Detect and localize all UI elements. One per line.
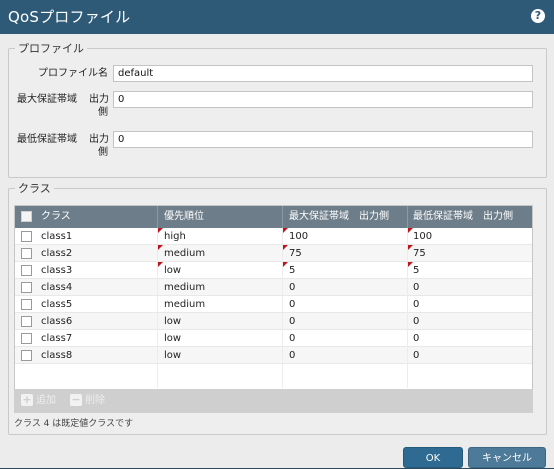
cell-min-bandwidth[interactable]: 100: [413, 229, 432, 244]
modified-flag-icon: [283, 228, 288, 233]
cell-class: class5: [41, 299, 73, 310]
min-bandwidth-label-side: 側: [98, 147, 108, 158]
row-checkbox[interactable]: [21, 333, 32, 344]
table-row[interactable]: class1 high 100 100: [15, 228, 532, 245]
max-bandwidth-label-output: 出力: [89, 94, 109, 105]
table-row[interactable]: class8 low 0 0: [15, 347, 532, 364]
cell-priority[interactable]: medium: [164, 246, 205, 261]
class-table: クラス 優先順位 最大保証帯域 出力側 最低保証帯域 出力側 class1 hig…: [14, 205, 533, 391]
table-row[interactable]: class2 medium 75 75: [15, 245, 532, 262]
cell-min-bandwidth[interactable]: 0: [413, 297, 419, 312]
row-checkbox[interactable]: [21, 231, 32, 242]
cell-priority[interactable]: low: [164, 263, 181, 278]
row-checkbox[interactable]: [21, 282, 32, 293]
cell-class: class7: [41, 333, 73, 344]
column-divider: [407, 228, 408, 388]
column-divider: [157, 228, 158, 388]
default-class-note: クラス 4 は既定値クラスです: [14, 419, 134, 429]
cell-min-bandwidth[interactable]: 0: [413, 280, 419, 295]
cell-min-bandwidth[interactable]: 0: [413, 331, 419, 346]
min-bandwidth-input[interactable]: 0: [113, 131, 533, 148]
table-row[interactable]: class7 low 0 0: [15, 330, 532, 347]
table-row[interactable]: class5 medium 0 0: [15, 296, 532, 313]
cell-class: class6: [41, 316, 73, 327]
modified-flag-icon: [283, 262, 288, 267]
cell-class: class3: [41, 265, 73, 276]
plus-icon: +: [21, 393, 33, 406]
cell-priority[interactable]: medium: [164, 280, 205, 295]
table-row[interactable]: class4 medium 0 0: [15, 279, 532, 296]
help-icon-glyph: ?: [534, 9, 542, 22]
cell-min-bandwidth[interactable]: 0: [413, 348, 419, 363]
select-all-checkbox[interactable]: [21, 211, 32, 222]
minus-icon: −: [70, 393, 82, 406]
table-row[interactable]: class6 low 0 0: [15, 313, 532, 330]
max-bandwidth-label: 最大保証帯域: [17, 94, 77, 105]
modified-flag-icon: [158, 228, 163, 233]
cell-priority[interactable]: low: [164, 314, 181, 329]
table-row[interactable]: class3 low 5 5: [15, 262, 532, 279]
column-divider: [282, 228, 283, 388]
column-divider: [407, 206, 408, 228]
profile-name-input[interactable]: default: [113, 65, 533, 82]
help-icon[interactable]: ?: [531, 9, 545, 23]
cell-class: class8: [41, 350, 73, 361]
row-checkbox[interactable]: [21, 248, 32, 259]
row-checkbox[interactable]: [21, 299, 32, 310]
row-checkbox[interactable]: [21, 350, 32, 361]
column-header-max-bandwidth[interactable]: 最大保証帯域 出力側: [289, 206, 389, 228]
column-header-min-bandwidth[interactable]: 最低保証帯域 出力側: [413, 206, 513, 228]
cell-priority[interactable]: low: [164, 348, 181, 363]
cell-class: class4: [41, 282, 73, 293]
cell-max-bandwidth[interactable]: 0: [289, 280, 295, 295]
column-divider: [282, 206, 283, 228]
cell-class: class1: [41, 231, 73, 242]
cell-max-bandwidth[interactable]: 0: [289, 314, 295, 329]
ok-button[interactable]: OK: [403, 447, 463, 468]
modified-flag-icon: [408, 245, 413, 250]
class-section-legend: クラス: [18, 182, 51, 195]
cell-class: class2: [41, 248, 73, 259]
cell-max-bandwidth[interactable]: 100: [289, 229, 308, 244]
min-bandwidth-label: 最低保証帯域: [17, 134, 77, 145]
modified-flag-icon: [408, 262, 413, 267]
modified-flag-icon: [408, 228, 413, 233]
class-table-header: クラス 優先順位 最大保証帯域 出力側 最低保証帯域 出力側: [15, 206, 532, 228]
cell-priority[interactable]: low: [164, 331, 181, 346]
column-header-class[interactable]: クラス: [41, 206, 71, 228]
dialog-title: QoSプロファイル: [8, 8, 131, 26]
cell-max-bandwidth[interactable]: 5: [289, 263, 295, 278]
profile-section: プロファイル: [8, 40, 547, 178]
profile-name-label: プロファイル名: [38, 68, 108, 79]
min-bandwidth-label-output: 出力: [89, 134, 109, 145]
column-divider: [157, 206, 158, 228]
max-bandwidth-input[interactable]: 0: [113, 91, 533, 108]
cell-min-bandwidth[interactable]: 5: [413, 263, 419, 278]
cell-max-bandwidth[interactable]: 75: [289, 246, 302, 261]
title-bar: QoSプロファイル ?: [0, 0, 554, 34]
delete-button-label: 削除: [85, 395, 105, 406]
cell-priority[interactable]: high: [164, 229, 186, 244]
row-checkbox[interactable]: [21, 316, 32, 327]
row-checkbox[interactable]: [21, 265, 32, 276]
modified-flag-icon: [283, 245, 288, 250]
profile-section-legend: プロファイル: [18, 42, 84, 55]
class-table-toolbar: + 追加 − 削除: [14, 389, 533, 413]
cell-max-bandwidth[interactable]: 0: [289, 297, 295, 312]
qos-profile-dialog: QoSプロファイル ? プロファイル プロファイル名 default 最大保証帯…: [0, 0, 554, 468]
cell-min-bandwidth[interactable]: 0: [413, 314, 419, 329]
max-bandwidth-label-side: 側: [98, 107, 108, 118]
cell-min-bandwidth[interactable]: 75: [413, 246, 426, 261]
modified-flag-icon: [158, 262, 163, 267]
cancel-button[interactable]: キャンセル: [468, 447, 546, 468]
column-header-priority[interactable]: 優先順位: [164, 206, 204, 228]
cell-max-bandwidth[interactable]: 0: [289, 331, 295, 346]
cell-max-bandwidth[interactable]: 0: [289, 348, 295, 363]
modified-flag-icon: [158, 245, 163, 250]
cell-priority[interactable]: medium: [164, 297, 205, 312]
add-button-label: 追加: [36, 395, 56, 406]
